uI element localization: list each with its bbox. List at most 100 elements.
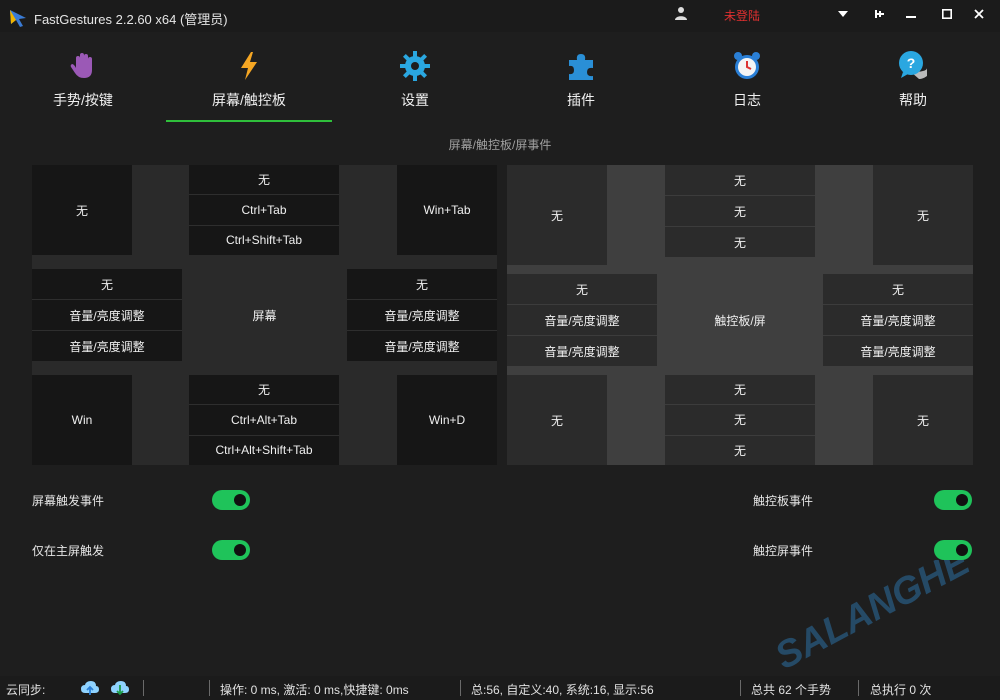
touch-right-slot[interactable]: 音量/亮度调整 xyxy=(823,335,973,366)
screen-bottom-right-slot[interactable]: Win+D xyxy=(397,375,497,465)
screen-top-center-stack: 无 Ctrl+Tab Ctrl+Shift+Tab xyxy=(189,165,339,255)
screen-left-slot[interactable]: 音量/亮度调整 xyxy=(32,299,182,330)
app-logo-icon xyxy=(10,10,26,27)
screen-center-label: 屏幕 xyxy=(252,308,277,323)
status-bar: 云同步: 操作: 0 ms, 激活: 0 ms,快捷键: 0ms 总:56, 自… xyxy=(0,676,1000,700)
gear-icon xyxy=(400,51,430,81)
sync-label: 云同步: xyxy=(6,683,46,697)
tab-plugins[interactable]: 插件 xyxy=(498,46,664,122)
tab-label: 插件 xyxy=(567,92,595,108)
touch-bottom-center-slot[interactable]: 无 xyxy=(665,434,815,465)
cloud-upload-icon[interactable] xyxy=(80,679,100,697)
screen-top-right-slot[interactable]: Win+Tab xyxy=(397,165,497,255)
screen-bottom-center-stack: 无 Ctrl+Alt+Tab Ctrl+Alt+Shift+Tab xyxy=(189,375,339,465)
gesture-counts: 总:56, 自定义:40, 系统:16, 显示:56 xyxy=(471,683,654,697)
dropdown-menu-icon[interactable] xyxy=(832,4,854,24)
timing-info: 操作: 0 ms, 激活: 0 ms,快捷键: 0ms xyxy=(220,683,409,697)
main-screen-only-label: 仅在主屏触发 xyxy=(32,544,105,558)
touch-top-left-slot[interactable]: 无 xyxy=(507,165,607,265)
tab-settings[interactable]: 设置 xyxy=(332,46,498,122)
touchpad-event-label: 触控板事件 xyxy=(753,494,814,508)
toggle-knob xyxy=(234,494,246,506)
screen-bottom-center-slot[interactable]: 无 xyxy=(189,375,339,405)
touch-top-center-slot[interactable]: 无 xyxy=(665,195,815,226)
touch-top-center-slot[interactable]: 无 xyxy=(665,165,815,195)
screen-bottom-left-slot[interactable]: Win xyxy=(32,375,132,465)
screen-right-stack: 无 音量/亮度调整 音量/亮度调整 xyxy=(347,269,497,361)
screen-bottom-center-slot[interactable]: Ctrl+Alt+Shift+Tab xyxy=(189,434,339,465)
status-divider xyxy=(143,680,144,696)
touch-left-slot[interactable]: 无 xyxy=(507,274,657,304)
screen-event-toggle[interactable] xyxy=(212,490,250,510)
screen-right-slot[interactable]: 音量/亮度调整 xyxy=(347,330,497,361)
tab-label: 日志 xyxy=(733,92,761,108)
screen-top-center-slot[interactable]: 无 xyxy=(189,165,339,195)
status-divider xyxy=(858,680,859,696)
touch-bottom-right-slot[interactable]: 无 xyxy=(873,375,973,465)
toggle-knob xyxy=(956,544,968,556)
tab-label: 帮助 xyxy=(899,92,927,108)
watermark-logo: SALANGHE xyxy=(774,560,978,678)
tab-help[interactable]: ? 帮助 xyxy=(830,46,996,122)
window-title: FastGestures 2.2.60 x64 (管理员) xyxy=(34,12,228,27)
alarm-clock-icon xyxy=(734,52,760,79)
screen-left-slot[interactable]: 无 xyxy=(32,269,182,299)
touch-left-slot[interactable]: 音量/亮度调整 xyxy=(507,335,657,366)
help-bubble-icon: ? xyxy=(899,51,927,79)
screen-left-slot[interactable]: 音量/亮度调整 xyxy=(32,330,182,361)
status-divider xyxy=(460,680,461,696)
screen-top-center-slot[interactable]: Ctrl+Tab xyxy=(189,194,339,225)
touch-bottom-center-slot[interactable]: 无 xyxy=(665,404,815,435)
svg-text:SALANGHE: SALANGHE xyxy=(774,560,978,678)
active-tab-underline xyxy=(166,120,332,122)
tab-label: 手势/按键 xyxy=(53,92,113,108)
touchscreen-event-toggle[interactable] xyxy=(934,540,972,560)
screen-left-stack: 无 音量/亮度调整 音量/亮度调整 xyxy=(32,269,182,361)
puzzle-icon xyxy=(569,54,593,80)
section-title: 屏幕/触控板/屏事件 xyxy=(448,138,552,152)
status-divider xyxy=(209,680,210,696)
touch-bottom-left-slot[interactable]: 无 xyxy=(507,375,607,465)
touch-bottom-center-slot[interactable]: 无 xyxy=(665,375,815,405)
tab-gestures-keys[interactable]: 手势/按键 xyxy=(0,46,166,122)
main-screen-only-toggle[interactable] xyxy=(212,540,250,560)
touch-left-stack: 无 音量/亮度调整 音量/亮度调整 xyxy=(507,274,657,366)
minimize-icon[interactable] xyxy=(900,4,922,24)
toggle-knob xyxy=(234,544,246,556)
touch-left-slot[interactable]: 音量/亮度调整 xyxy=(507,304,657,335)
tab-label: 设置 xyxy=(401,92,429,108)
cloud-download-icon[interactable] xyxy=(110,679,130,697)
screen-gesture-panel: 无 无 Ctrl+Tab Ctrl+Shift+Tab Win+Tab 无 音量… xyxy=(32,165,497,465)
screen-event-label: 屏幕触发事件 xyxy=(32,494,105,508)
touch-top-center-stack: 无 无 无 xyxy=(665,165,815,257)
touch-bottom-center-stack: 无 无 无 xyxy=(665,375,815,465)
login-status[interactable]: 未登陆 xyxy=(724,7,760,24)
tab-logs[interactable]: 日志 xyxy=(664,46,830,122)
touch-top-right-slot[interactable]: 无 xyxy=(873,165,973,265)
screen-bottom-center-slot[interactable]: Ctrl+Alt+Tab xyxy=(189,404,339,435)
touchpad-event-toggle[interactable] xyxy=(934,490,972,510)
touch-top-center-slot[interactable]: 无 xyxy=(665,226,815,257)
tab-label: 屏幕/触控板 xyxy=(212,92,286,108)
screen-right-slot[interactable]: 无 xyxy=(347,269,497,299)
touch-right-slot[interactable]: 音量/亮度调整 xyxy=(823,304,973,335)
hand-icon xyxy=(70,53,92,78)
touchpad-gesture-panel: 无 无 无 无 无 无 音量/亮度调整 音量/亮度调整 触控板/屏 无 音量/亮… xyxy=(507,165,973,465)
toggle-knob xyxy=(956,494,968,506)
touch-center-label: 触控板/屏 xyxy=(714,313,766,328)
user-icon[interactable] xyxy=(674,6,688,20)
title-bar: FastGestures 2.2.60 x64 (管理员) 未登陆 xyxy=(0,0,1000,32)
touch-right-stack: 无 音量/亮度调整 音量/亮度调整 xyxy=(823,274,973,366)
screen-top-left-slot[interactable]: 无 xyxy=(32,165,132,255)
screen-top-center-slot[interactable]: Ctrl+Shift+Tab xyxy=(189,224,339,255)
close-icon[interactable] xyxy=(968,4,990,24)
tab-screen-touchpad[interactable]: 屏幕/触控板 xyxy=(166,46,332,122)
touchscreen-event-label: 触控屏事件 xyxy=(753,544,814,558)
touch-right-slot[interactable]: 无 xyxy=(823,274,973,304)
status-divider xyxy=(740,680,741,696)
svg-text:?: ? xyxy=(907,55,916,71)
pin-icon[interactable] xyxy=(868,4,890,24)
lightning-icon xyxy=(241,52,257,80)
maximize-icon[interactable] xyxy=(936,4,958,24)
screen-right-slot[interactable]: 音量/亮度调整 xyxy=(347,299,497,330)
